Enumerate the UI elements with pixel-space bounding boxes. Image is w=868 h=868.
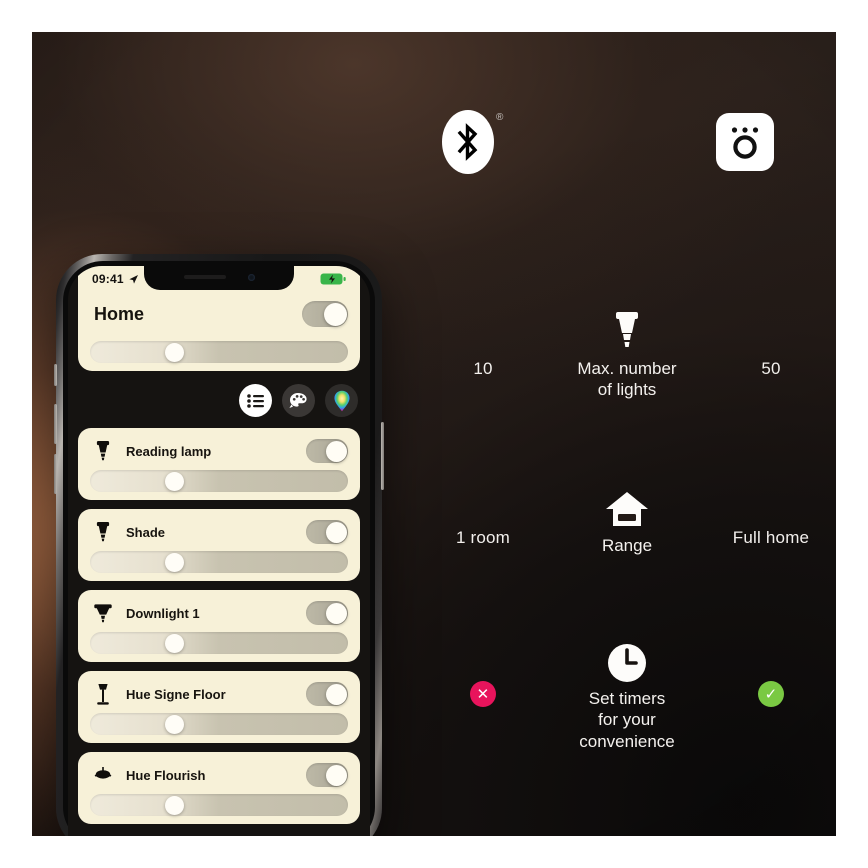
status-bar-time: 09:41 [92,272,139,286]
light-toggle[interactable] [306,439,348,463]
status-bar-time-text: 09:41 [92,272,124,286]
timers-label-line2: for your [598,710,656,730]
toggle-knob [325,440,347,462]
slider-knob[interactable] [164,714,184,734]
range-feature: Range [548,484,706,556]
light-card-hue-signe-floor[interactable]: Hue Signe Floor [78,671,360,743]
feature-comparison-column: ® 10 Max. number of lights 50 1 room Ran… [418,32,836,836]
phone-notch [144,266,294,290]
light-name: Hue Flourish [126,767,206,783]
max-lights-label-line2: of lights [597,380,657,400]
registered-trademark-symbol: ® [496,112,504,123]
hue-comparison-graphic: ® 10 Max. number of lights 50 1 room Ran… [32,32,836,836]
palette-icon [289,393,307,408]
home-header-card: 09:41 Home [78,266,360,371]
volume-up-button[interactable] [54,404,57,444]
home-row: Home [94,296,348,332]
range-bridge-value: Full home [732,528,810,547]
light-card-downlight-1[interactable]: Downlight 1 [78,590,360,662]
clock-icon [548,637,706,683]
earpiece-speaker [183,275,226,279]
light-name: Shade [126,524,166,540]
home-master-toggle[interactable] [302,301,348,327]
max-lights-label: Max. number of lights [548,358,706,401]
hue-bridge-icon [716,113,774,171]
power-button[interactable] [381,422,384,490]
light-brightness-slider[interactable] [90,713,348,735]
check-icon: ✓ [758,681,784,707]
max-lights-label-line1: Max. number [577,359,677,378]
slider-knob[interactable] [164,471,184,491]
mute-switch[interactable] [54,364,57,386]
spot-bulb-icon [90,521,116,543]
comparison-row-range: 1 room Range Full home [418,484,836,556]
max-lights-feature: Max. number of lights [548,307,706,401]
comparison-row-max-lights: 10 Max. number of lights 50 [418,307,836,401]
page-title: Home [94,303,145,324]
color-drop-icon-button[interactable] [325,384,358,417]
light-cards-list: Reading lamp Shade Downlight 1 Hue Signe… [78,428,360,836]
max-lights-bluetooth-value: 10 [473,359,493,378]
light-name: Downlight 1 [126,605,200,621]
slider-knob[interactable] [164,552,184,572]
light-toggle[interactable] [306,682,348,706]
list-icon-button[interactable] [239,384,272,417]
timers-feature: Set timers for your convenience [548,637,706,752]
slider-knob[interactable] [164,342,184,362]
light-toggle[interactable] [306,763,348,787]
light-toggle[interactable] [306,520,348,544]
iphone-mockup: 09:41 Home Reading lamp Shade Downlight … [54,254,384,836]
range-label: Range [601,536,653,555]
light-brightness-slider[interactable] [90,632,348,654]
light-card-reading-lamp[interactable]: Reading lamp [78,428,360,500]
location-arrow-icon [129,274,138,284]
list-icon [246,393,264,408]
mode-button-group [239,384,358,417]
range-bluetooth-value: 1 room [455,528,511,547]
volume-down-button[interactable] [54,454,57,494]
toggle-knob [325,521,347,543]
timers-bridge-value: ✓ [706,637,836,707]
slider-knob[interactable] [164,633,184,653]
home-icon [548,484,706,530]
color-drop-icon [333,390,350,411]
bluetooth-icon [442,110,494,174]
cross-icon: ✕ [470,681,496,707]
bulb-icon [548,307,706,353]
light-brightness-slider[interactable] [90,794,348,816]
pendant-lamp-icon [90,767,116,783]
light-card-shade[interactable]: Shade [78,509,360,581]
comparison-row-timers: ✕ Set timers for your convenience ✓ [418,637,836,752]
timers-label: Set timers for your convenience [548,688,706,752]
battery-charging-icon [320,273,346,285]
toggle-knob [325,602,347,624]
light-brightness-slider[interactable] [90,470,348,492]
light-name: Reading lamp [126,443,212,459]
floor-lamp-icon [90,683,116,706]
toggle-knob [325,764,347,786]
timers-bluetooth-value: ✕ [418,637,548,707]
front-camera [247,273,255,281]
palette-icon-button[interactable] [282,384,315,417]
light-brightness-slider[interactable] [90,551,348,573]
timers-label-line1: Set timers [588,689,666,708]
downlight-icon [90,602,116,624]
toggle-knob [325,683,347,705]
max-lights-bridge-value: 50 [761,359,781,378]
light-name: Hue Signe Floor [126,686,226,702]
light-toggle[interactable] [306,601,348,625]
phone-screen: 09:41 Home Reading lamp Shade Downlight … [68,266,370,836]
slider-knob[interactable] [164,795,184,815]
timers-label-line3: convenience [579,731,675,751]
screenshot-canvas: ® 10 Max. number of lights 50 1 room Ran… [0,0,868,868]
toggle-knob [323,302,347,326]
home-brightness-slider[interactable] [90,341,348,363]
light-card-hue-flourish[interactable]: Hue Flourish [78,752,360,824]
spot-bulb-icon [90,440,116,462]
